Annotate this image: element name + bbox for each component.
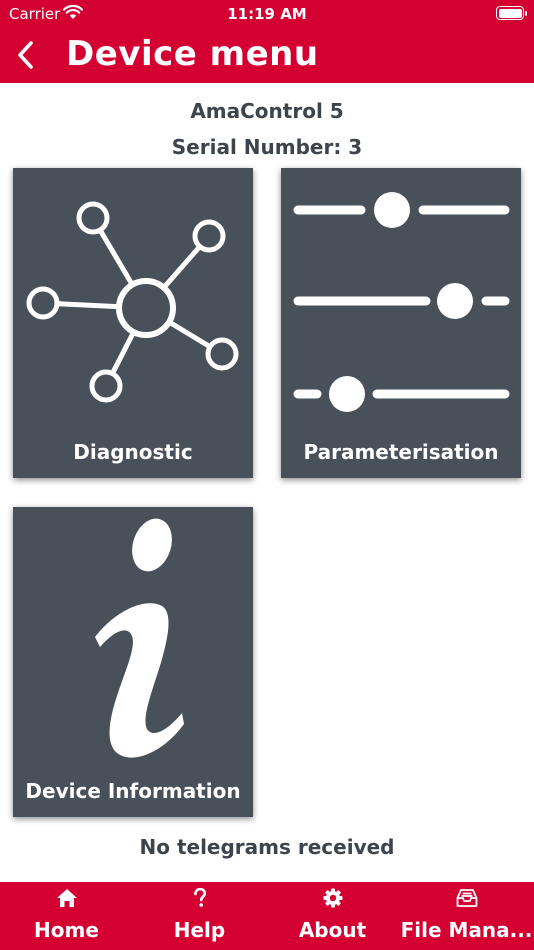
page-title: Device menu xyxy=(66,34,319,74)
parameterisation-tile[interactable]: Parameterisation xyxy=(281,168,521,478)
header-bar: Carrier 11:19 AM Device menu xyxy=(0,0,534,83)
tab-about-label: About xyxy=(298,918,367,942)
diagnostic-tile[interactable]: Diagnostic xyxy=(13,168,253,478)
battery-icon xyxy=(496,6,527,20)
tab-help-label: Help xyxy=(173,918,226,942)
home-icon xyxy=(56,889,77,907)
device-information-tile[interactable]: Device Information xyxy=(13,507,253,817)
status-time: 11:19 AM xyxy=(227,5,307,23)
gear-icon xyxy=(323,888,342,908)
tab-file-manager[interactable]: File Mana... xyxy=(399,882,534,950)
inbox-tray-icon xyxy=(456,889,477,907)
tab-bar: Home Help About File Mana... xyxy=(0,882,534,950)
question-icon xyxy=(193,888,206,907)
tab-home[interactable]: Home xyxy=(0,882,133,950)
network-hub-icon xyxy=(26,201,239,403)
tab-about[interactable]: About xyxy=(266,882,399,950)
device-information-label: Device Information xyxy=(25,779,241,803)
diagnostic-label: Diagnostic xyxy=(73,440,193,464)
tab-home-label: Home xyxy=(34,918,99,942)
status-bar: Carrier 11:19 AM xyxy=(0,0,534,28)
telegram-status: No telegrams received xyxy=(139,835,395,859)
info-icon xyxy=(95,518,184,758)
device-name: AmaControl 5 xyxy=(190,99,344,123)
serial-number: Serial Number: 3 xyxy=(171,135,363,159)
chevron-left-icon xyxy=(18,41,33,69)
sliders-icon xyxy=(293,192,510,412)
tab-help[interactable]: Help xyxy=(133,882,266,950)
parameterisation-label: Parameterisation xyxy=(303,440,499,464)
tab-file-manager-label: File Mana... xyxy=(400,918,533,942)
back-button[interactable] xyxy=(12,38,40,72)
